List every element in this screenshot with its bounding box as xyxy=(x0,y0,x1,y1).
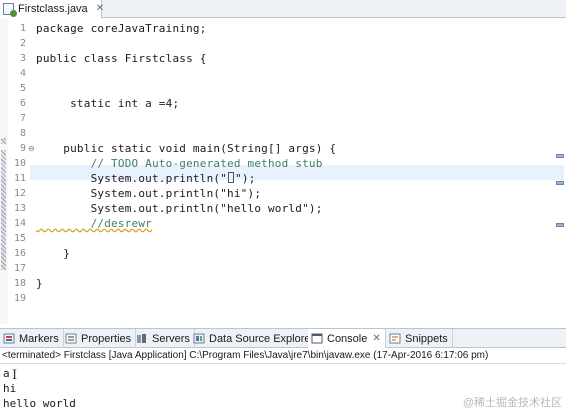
tab-console[interactable]: Console ✕ xyxy=(308,329,386,348)
text-cursor-icon: I xyxy=(12,368,18,383)
line-number: 10 xyxy=(13,158,26,169)
console-line: hello world xyxy=(3,397,76,410)
data-source-icon xyxy=(193,333,205,344)
tab-data-source-explorer[interactable]: Data Source Explorer xyxy=(190,329,320,348)
line-number: 1 xyxy=(19,23,26,34)
line-number: 2 xyxy=(19,38,26,49)
code-segment: System.out.println(" xyxy=(36,172,228,185)
code-editor[interactable]: 1 2 3 4 5 6 7 8 9 ⊖ 10 11 12 13 14 15 16 17 18 19 package c… xyxy=(0,18,566,324)
properties-icon xyxy=(65,333,77,344)
line-number: 15 xyxy=(13,233,26,244)
line-number: 12 xyxy=(13,188,26,199)
code-line: System.out.println("hi"); xyxy=(36,186,261,201)
line-number: 9 xyxy=(19,143,26,154)
code-line: } xyxy=(36,246,70,261)
code-text: public static void main(String[] args) { xyxy=(36,142,337,155)
line-number: 6 xyxy=(19,98,26,109)
editor-tab-label: Firstclass.java xyxy=(18,3,88,15)
code-text: } xyxy=(36,277,43,290)
line-number: 11 xyxy=(13,173,26,184)
line-number: 7 xyxy=(19,113,26,124)
servers-icon xyxy=(137,334,146,343)
annotation-ruler xyxy=(0,18,8,324)
tab-markers[interactable]: Markers xyxy=(0,329,64,348)
line-number: 18 xyxy=(13,278,26,289)
code-text: // TODO Auto-generated method stub xyxy=(36,157,323,170)
line-number: 3 xyxy=(19,53,26,64)
close-icon[interactable]: ✕ xyxy=(96,4,104,14)
tab-label: Properties xyxy=(81,332,132,345)
overview-marker[interactable] xyxy=(556,223,564,227)
code-text: package coreJavaTraining; xyxy=(36,22,207,35)
code-text: System.out.println("hello world"); xyxy=(36,202,323,215)
console-line: a xyxy=(3,367,10,380)
overview-marker[interactable] xyxy=(556,181,564,185)
code-text: public class Firstclass { xyxy=(36,52,207,65)
text-caret xyxy=(228,172,235,183)
line-number: 13 xyxy=(13,203,26,214)
editor-tab-bar: Firstclass.java ✕ xyxy=(0,0,566,18)
code-line: } xyxy=(36,276,43,291)
console-output[interactable]: a hi hello world I @稀土掘金技术社区 xyxy=(0,365,566,413)
tab-label: Data Source Explorer xyxy=(209,332,315,345)
console-status-line: <terminated> Firstclass [Java Applicatio… xyxy=(0,348,566,364)
code-line: System.out.println("hello world"); xyxy=(36,201,323,216)
code-text: } xyxy=(36,247,71,260)
code-line: public static void main(String[] args) { xyxy=(36,141,336,156)
code-line: // TODO Auto-generated method stub xyxy=(36,156,323,171)
line-number: 16 xyxy=(13,248,26,259)
line-number-gutter: 1 2 3 4 5 6 7 8 9 ⊖ 10 11 12 13 14 15 16 17 18 19 xyxy=(8,18,35,324)
editor-tab-firstclass[interactable]: Firstclass.java ✕ xyxy=(0,0,104,18)
ruler-marker xyxy=(1,138,6,144)
line-number: 19 xyxy=(13,293,26,304)
overview-ruler[interactable] xyxy=(556,18,564,324)
line-number: 17 xyxy=(13,263,26,274)
tab-servers[interactable]: Servers xyxy=(133,329,195,348)
tab-snippets[interactable]: Snippets xyxy=(386,329,453,348)
code-line: static int a =4; xyxy=(36,96,179,111)
console-line: hi xyxy=(3,382,17,395)
code-line: //desrewr xyxy=(36,216,152,231)
line-number: 4 xyxy=(19,68,26,79)
tab-label: Snippets xyxy=(405,332,448,345)
line-number: 8 xyxy=(19,128,26,139)
tab-properties[interactable]: Properties xyxy=(62,329,137,348)
line-number: 5 xyxy=(19,83,26,94)
line-number: 14 xyxy=(13,218,26,229)
snippets-icon xyxy=(389,333,401,344)
code-text: static int a =4; xyxy=(36,97,180,110)
markers-icon xyxy=(3,333,15,344)
code-text: System.out.println("hi"); xyxy=(36,187,262,200)
ruler-marker xyxy=(1,150,6,270)
code-text: //desrewr xyxy=(36,217,152,230)
watermark: @稀土掘金技术社区 xyxy=(462,397,562,409)
close-icon[interactable]: ✕ xyxy=(372,333,380,344)
code-line: System.out.println(" "); xyxy=(36,171,256,186)
code-segment: "); xyxy=(235,172,256,185)
console-icon xyxy=(311,333,323,344)
java-file-icon xyxy=(3,3,17,17)
tab-label: Markers xyxy=(19,332,59,345)
overview-marker[interactable] xyxy=(556,154,564,158)
fold-toggle-icon[interactable]: ⊖ xyxy=(28,141,35,156)
view-tab-bar: Markers Properties Servers Data Source E… xyxy=(0,328,566,348)
tab-label: Servers xyxy=(152,332,190,345)
code-line: package coreJavaTraining; xyxy=(36,21,207,36)
code-line: public class Firstclass { xyxy=(36,51,207,66)
tab-label: Console xyxy=(327,332,368,345)
